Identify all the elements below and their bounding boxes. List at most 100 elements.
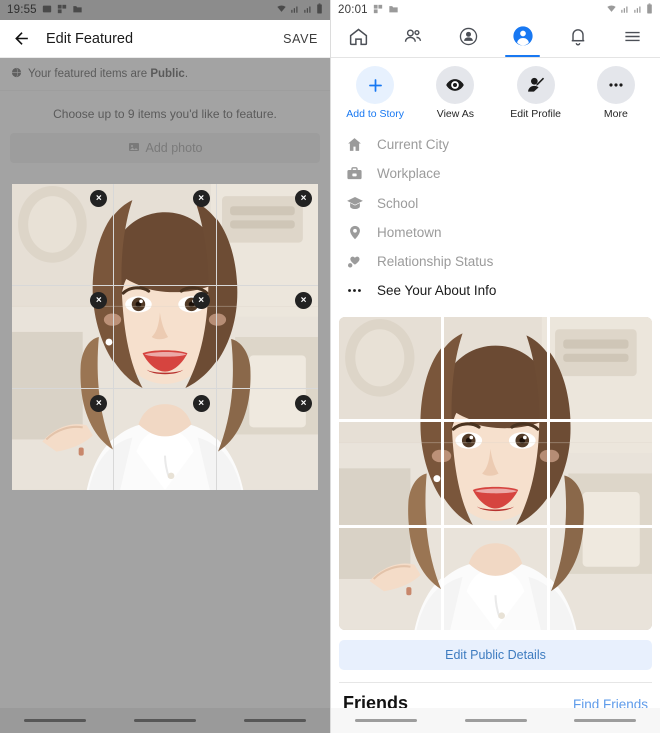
featured-photo-tile[interactable] [444, 527, 547, 631]
featured-photo-tile[interactable]: × [12, 388, 114, 491]
profile-info-list: Current City Workplace School Hometown Relat… [331, 126, 660, 307]
featured-photo-tile[interactable] [444, 422, 547, 525]
home-icon [348, 26, 369, 52]
action-button-edit-profile[interactable]: Edit Profile [496, 66, 576, 120]
info-row-workplace[interactable]: Workplace [331, 159, 660, 188]
profile-icon [512, 25, 534, 52]
featured-photo-tile[interactable] [339, 527, 442, 631]
android-nav-bar [331, 708, 660, 733]
info-row-label: School [377, 195, 419, 211]
save-button[interactable]: SAVE [283, 32, 318, 46]
ellipsis-icon [596, 66, 635, 104]
eye-icon [436, 66, 475, 104]
info-row-label: Relationship Status [377, 254, 494, 269]
featured-photo-tile[interactable]: × [216, 184, 318, 286]
briefcase-icon [345, 165, 364, 182]
remove-photo-button[interactable]: × [295, 190, 312, 207]
hearts-icon [345, 253, 364, 270]
featured-photo-tile[interactable]: × [12, 286, 114, 388]
nav-home-button[interactable] [441, 719, 551, 722]
featured-photo-tile[interactable] [444, 317, 547, 420]
android-nav-bar [0, 708, 330, 733]
profile-action-buttons: Add to Story View As Edit Profile More [331, 58, 660, 126]
edit-featured-appbar: Edit Featured SAVE [0, 20, 330, 58]
action-button-label: View As [436, 108, 474, 120]
featured-photo-tile[interactable]: × [12, 184, 114, 286]
nav-tab-menu[interactable] [605, 20, 660, 57]
photo-slice [549, 422, 652, 525]
status-time: 20:01 [338, 4, 368, 16]
action-button-label: Edit Profile [510, 108, 562, 120]
privacy-text: Your featured items are Public. [28, 68, 189, 80]
right-phone-panel: 20:01 Add to Story View As Edit Profile … [330, 0, 660, 733]
nav-tab-profile[interactable] [495, 20, 550, 57]
remove-photo-button[interactable]: × [192, 394, 210, 412]
remove-photo-button[interactable]: × [295, 394, 312, 412]
folder-icon [72, 4, 83, 17]
nav-tab-home[interactable] [331, 20, 386, 57]
action-button-view-as[interactable]: View As [415, 66, 495, 120]
featured-photo-tile[interactable]: × [114, 388, 216, 491]
edit-public-details-button[interactable]: Edit Public Details [339, 640, 652, 671]
remove-photo-button[interactable]: × [192, 292, 210, 310]
groups-icon [458, 26, 479, 52]
nav-tab-friends[interactable] [386, 20, 441, 57]
featured-photo-tile[interactable]: × [216, 388, 318, 491]
nav-home-button[interactable] [110, 719, 220, 722]
featured-photo-grid [339, 317, 652, 631]
nav-recents-button[interactable] [331, 719, 441, 722]
featured-photo-tile[interactable] [549, 317, 652, 420]
nav-recents-button[interactable] [0, 719, 110, 722]
add-photo-button[interactable]: Add photo [10, 133, 320, 163]
battery-icon [316, 3, 323, 17]
back-arrow-icon[interactable] [12, 28, 34, 50]
featured-photo-tile[interactable]: × [114, 184, 216, 286]
nav-back-button[interactable] [220, 719, 330, 722]
friends-icon [402, 26, 424, 52]
ellipsis-icon [345, 282, 364, 299]
photo-slice [339, 527, 442, 631]
plus-icon [356, 66, 395, 104]
add-photo-label: Add photo [145, 141, 203, 155]
status-time: 19:55 [7, 4, 37, 16]
featured-photo-tile[interactable] [549, 527, 652, 631]
featured-photo-tile[interactable]: × [216, 286, 318, 388]
facebook-nav-tabs [331, 20, 660, 58]
hamburger-menu-icon [622, 27, 643, 51]
left-phone-panel: 19:55 Edit Featured SAVE Your featured i… [0, 0, 330, 733]
photo-slice [549, 317, 652, 420]
featured-photo-tile[interactable] [549, 422, 652, 525]
signal-icon [620, 4, 630, 17]
info-row-hometown[interactable]: Hometown [331, 218, 660, 247]
edit-profile-icon [516, 66, 555, 104]
info-row-see-your-about-info[interactable]: See Your About Info [331, 276, 660, 305]
action-button-label: More [603, 108, 628, 120]
signal-icon [633, 4, 643, 17]
signal-icon [290, 4, 300, 17]
folder-icon [388, 4, 399, 17]
info-row-label: Current City [377, 137, 450, 152]
info-row-relationship-status[interactable]: Relationship Status [331, 247, 660, 276]
featured-photo-tile[interactable] [339, 317, 442, 420]
photo-slice [549, 527, 652, 631]
remove-photo-button[interactable]: × [192, 190, 210, 207]
image-icon [42, 4, 52, 17]
nav-back-button[interactable] [550, 719, 660, 722]
bell-icon [568, 26, 588, 52]
dual-phone-screenshot: 19:55 Edit Featured SAVE Your featured i… [0, 0, 660, 733]
action-button-more[interactable]: More [576, 66, 656, 120]
qr-icon [373, 4, 383, 17]
wifi-icon [276, 4, 287, 17]
info-row-label: Hometown [377, 225, 442, 240]
nav-tab-groups[interactable] [441, 20, 496, 57]
nav-tab-notifications[interactable] [550, 20, 605, 57]
featured-photo-tile[interactable]: × [114, 286, 216, 388]
remove-photo-button[interactable]: × [90, 394, 108, 412]
info-row-school[interactable]: School [331, 188, 660, 218]
privacy-notice: Your featured items are Public. [0, 58, 330, 91]
info-row-current-city[interactable]: Current City [331, 130, 660, 159]
featured-photo-tile[interactable] [339, 422, 442, 525]
info-row-label: Workplace [377, 166, 441, 181]
action-button-add-to-story[interactable]: Add to Story [335, 66, 415, 120]
page-title: Edit Featured [46, 30, 134, 47]
